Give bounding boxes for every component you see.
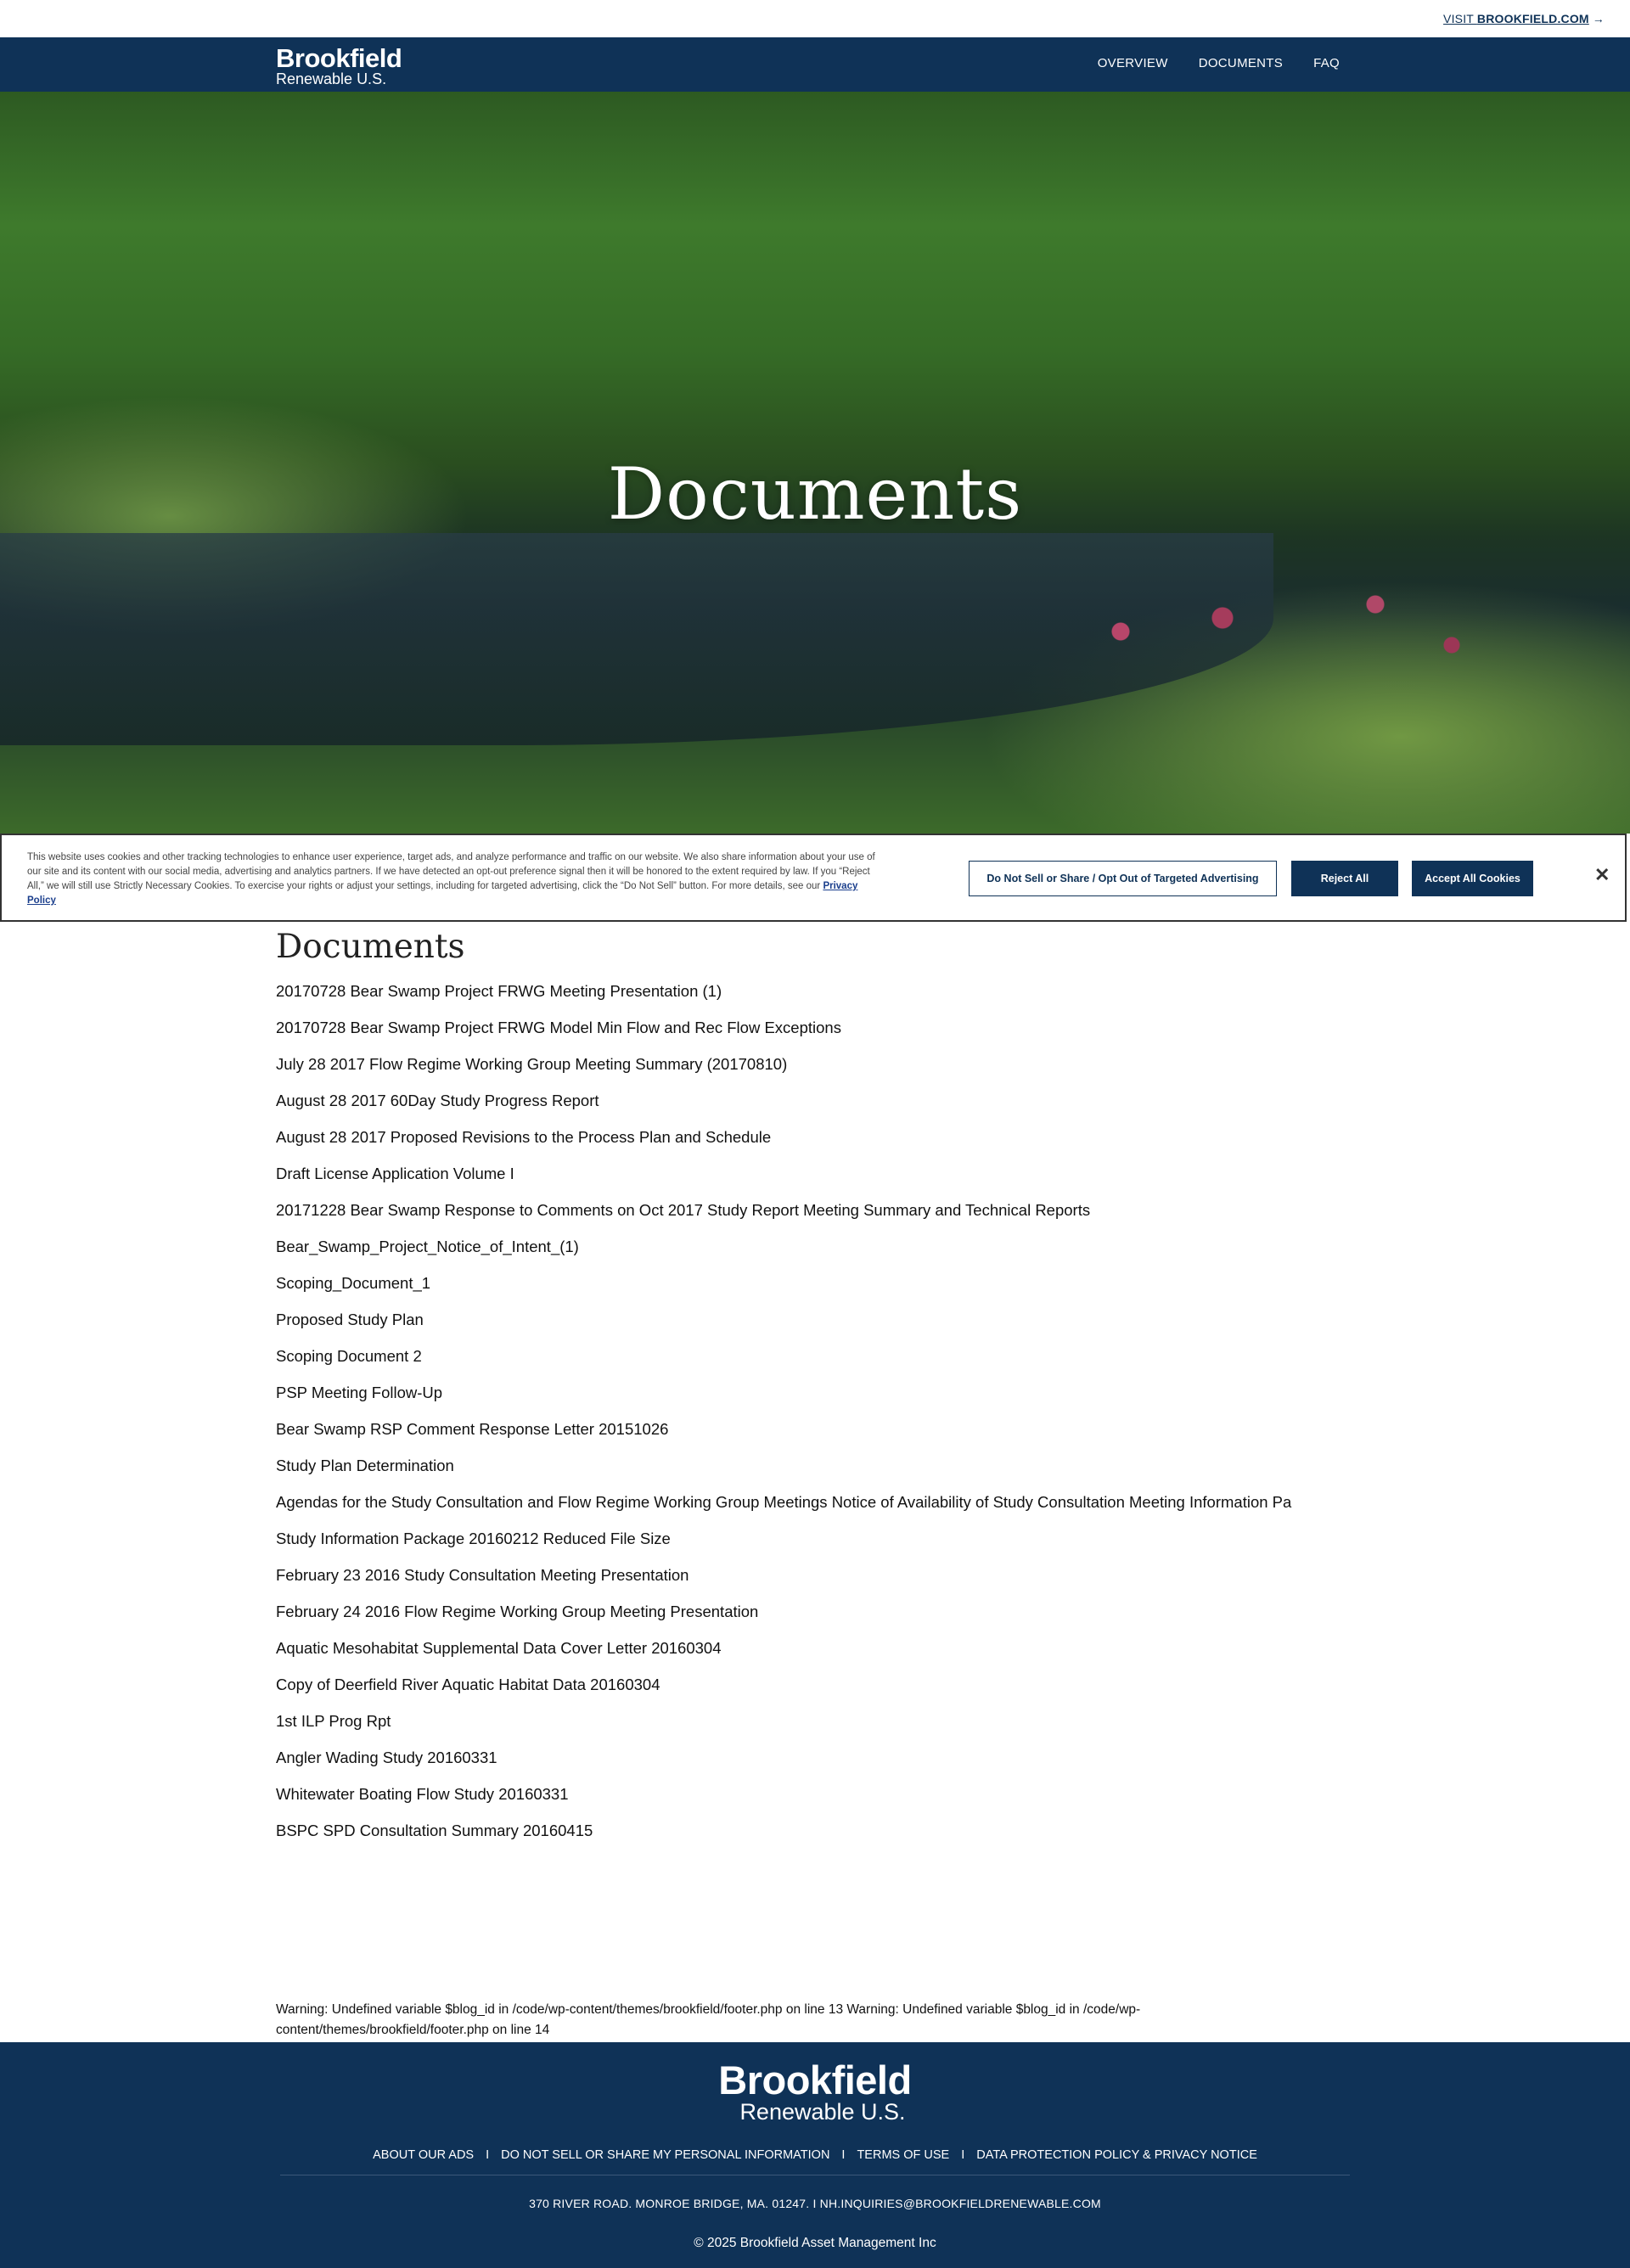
hero-title: Documents (607, 452, 1023, 536)
footer-separator: I (961, 2148, 965, 2162)
reject-all-button[interactable]: Reject All (1291, 861, 1398, 896)
document-link[interactable]: Study Plan Determination (276, 1447, 1291, 1484)
footer-links: ABOUT OUR ADS I DO NOT SELL OR SHARE MY PE… (0, 2148, 1630, 2162)
document-link[interactable]: August 28 2017 60Day Study Progress Repo… (276, 1082, 1291, 1119)
document-link[interactable]: February 23 2016 Study Consultation Meet… (276, 1557, 1291, 1593)
close-icon[interactable]: ✕ (1594, 866, 1610, 884)
document-link[interactable]: Scoping Document 2 (276, 1338, 1291, 1374)
brookfield-logo[interactable]: Brookfield Renewable U.S. (276, 43, 402, 87)
document-link[interactable]: August 28 2017 Proposed Revisions to the… (276, 1119, 1291, 1155)
footer-link-privacy[interactable]: DATA PROTECTION POLICY & PRIVACY NOTICE (976, 2148, 1257, 2162)
visit-link-text: BROOKFIELD.COM (1476, 12, 1589, 25)
document-link[interactable]: PSP Meeting Follow-Up (276, 1374, 1291, 1411)
document-link[interactable]: Proposed Study Plan (276, 1301, 1291, 1338)
nav-faq[interactable]: FAQ (1313, 56, 1340, 70)
document-link[interactable]: Agendas for the Study Consultation and F… (276, 1484, 1291, 1520)
document-link[interactable]: 1st ILP Prog Rpt (276, 1703, 1291, 1739)
document-link[interactable]: Bear Swamp RSP Comment Response Letter 2… (276, 1411, 1291, 1447)
footer-logo[interactable]: Brookfield Renewable U.S. (0, 2057, 1630, 2125)
document-link[interactable]: Aquatic Mesohabitat Supplemental Data Co… (276, 1630, 1291, 1666)
document-link[interactable]: Whitewater Boating Flow Study 20160331 (276, 1776, 1291, 1812)
main-navigation: Brookfield Renewable U.S. OVERVIEW DOCUM… (0, 37, 1630, 92)
php-warning-text: Warning: Undefined variable $blog_id in … (276, 2002, 1141, 2037)
cookie-message: This website uses cookies and other trac… (27, 852, 875, 891)
footer-link-about-ads[interactable]: ABOUT OUR ADS (373, 2148, 474, 2162)
do-not-sell-button[interactable]: Do Not Sell or Share / Opt Out of Target… (969, 861, 1277, 896)
cookie-text: This website uses cookies and other trac… (27, 850, 876, 908)
documents-heading: Documents (276, 928, 465, 966)
footer-link-do-not-sell[interactable]: DO NOT SELL OR SHARE MY PERSONAL INFORMA… (501, 2148, 829, 2162)
accept-all-cookies-button[interactable]: Accept All Cookies (1412, 861, 1533, 896)
cookie-banner: This website uses cookies and other trac… (0, 834, 1627, 922)
hero-flowers-image (1019, 550, 1528, 822)
document-link[interactable]: Bear_Swamp_Project_Notice_of_Intent_(1) (276, 1228, 1291, 1265)
visit-brookfield-link[interactable]: VISIT BROOKFIELD.COM → (1443, 12, 1605, 25)
documents-section: Documents 20170728 Bear Swamp Project FR… (276, 929, 1291, 1849)
document-link[interactable]: 20170728 Bear Swamp Project FRWG Meeting… (276, 973, 1291, 1009)
document-link[interactable]: Angler Wading Study 20160331 (276, 1739, 1291, 1776)
footer: Brookfield Renewable U.S. ABOUT OUR ADS I… (0, 2042, 1630, 2268)
visit-prefix: VISIT (1443, 12, 1477, 25)
document-link[interactable]: Study Information Package 20160212 Reduc… (276, 1520, 1291, 1557)
logo-subtitle: Renewable U.S. (276, 70, 387, 87)
documents-list: 20170728 Bear Swamp Project FRWG Meeting… (276, 973, 1291, 1849)
document-link[interactable]: February 24 2016 Flow Regime Working Gro… (276, 1593, 1291, 1630)
footer-logo-subtitle: Renewable U.S. (739, 2099, 906, 2125)
document-link[interactable]: Scoping_Document_1 (276, 1265, 1291, 1301)
footer-separator: I (486, 2148, 490, 2162)
document-link[interactable]: July 28 2017 Flow Regime Working Group M… (276, 1046, 1291, 1082)
arrow-right-icon: → (1592, 12, 1605, 25)
nav-documents[interactable]: DOCUMENTS (1199, 56, 1283, 70)
top-utility-bar: VISIT BROOKFIELD.COM → (0, 0, 1630, 37)
nav-overview[interactable]: OVERVIEW (1098, 56, 1168, 70)
footer-separator: I (841, 2148, 846, 2162)
document-link[interactable]: BSPC SPD Consultation Summary 20160415 (276, 1812, 1291, 1849)
document-link[interactable]: Draft License Application Volume I (276, 1155, 1291, 1192)
footer-address: 370 RIVER ROAD. MONROE BRIDGE, MA. 01247… (529, 2197, 1101, 2210)
footer-link-terms[interactable]: TERMS OF USE (857, 2148, 949, 2162)
nav-links: OVERVIEW DOCUMENTS FAQ (1098, 56, 1340, 70)
footer-copyright: © 2025 Brookfield Asset Management Inc (694, 2236, 936, 2250)
document-link[interactable]: 20170728 Bear Swamp Project FRWG Model M… (276, 1009, 1291, 1046)
footer-logo-wordmark: Brookfield (718, 2057, 912, 2102)
logo-wordmark: Brookfield (276, 43, 402, 73)
hero-banner: Documents (0, 92, 1630, 834)
document-link[interactable]: 20171228 Bear Swamp Response to Comments… (276, 1192, 1291, 1228)
document-link[interactable]: Copy of Deerfield River Aquatic Habitat … (276, 1666, 1291, 1703)
